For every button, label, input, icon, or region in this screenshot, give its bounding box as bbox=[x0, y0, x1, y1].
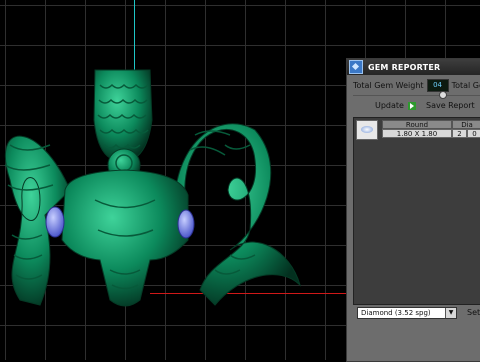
gem-app-icon bbox=[349, 60, 363, 74]
column-header: Dia bbox=[452, 120, 480, 129]
slider-track[interactable] bbox=[353, 95, 480, 96]
table-cell: 2 bbox=[452, 129, 467, 138]
total-gem-weight-value: 04 bbox=[426, 79, 449, 92]
table-cell: 1.80 X 1.80 bbox=[382, 129, 452, 138]
gem-table: Round Dia 1.80 X 1.80 2 0 bbox=[353, 117, 480, 305]
set-label[interactable]: Set bbox=[467, 308, 480, 317]
stone-type-select[interactable]: Diamond (3.52 spg) ▼ bbox=[357, 307, 457, 319]
table-row[interactable]: 1.80 X 1.80 2 0 bbox=[382, 129, 480, 138]
table-header: Round Dia bbox=[382, 120, 480, 129]
table-cell: 0 bbox=[467, 129, 480, 138]
action-row: Update Save Report bbox=[375, 101, 475, 110]
total-gem-label-2: Total Ge bbox=[451, 81, 480, 90]
chevron-down-icon[interactable]: ▼ bbox=[445, 308, 456, 318]
gem-icon bbox=[361, 126, 373, 133]
panel-titlebar[interactable]: GEM REPORTER bbox=[347, 59, 480, 75]
weight-row: Total Gem Weight 04 Total Ge bbox=[353, 79, 480, 92]
save-report-button[interactable]: Save Report bbox=[426, 101, 475, 110]
panel-title: GEM REPORTER bbox=[368, 62, 441, 72]
slider-knob[interactable] bbox=[439, 91, 447, 99]
round-gem-thumbnail[interactable] bbox=[356, 120, 378, 140]
gem-reporter-panel: GEM REPORTER Total Gem Weight 04 Total G… bbox=[346, 58, 480, 362]
stone-type-value: Diamond (3.52 spg) bbox=[361, 309, 431, 317]
total-gem-weight-label: Total Gem Weight bbox=[353, 81, 424, 90]
play-icon[interactable] bbox=[407, 101, 416, 110]
update-button[interactable]: Update bbox=[375, 101, 404, 110]
column-header: Round bbox=[382, 120, 452, 129]
